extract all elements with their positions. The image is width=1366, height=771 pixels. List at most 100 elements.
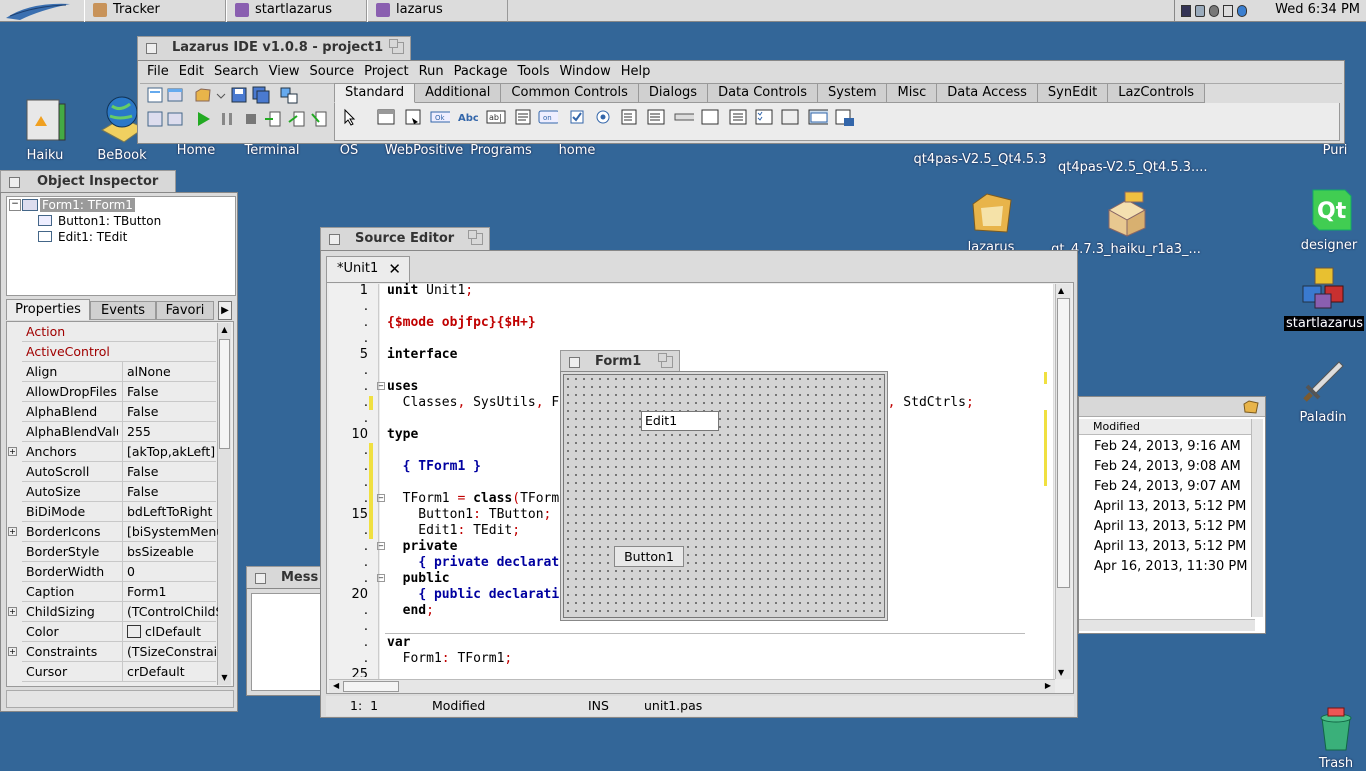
step-out-icon[interactable] [310, 110, 328, 128]
property-row[interactable]: AutoScroll False [22, 462, 216, 482]
scroll-thumb[interactable] [1057, 298, 1070, 588]
save-icon[interactable] [230, 86, 248, 104]
desktop-icon-programs[interactable]: Programs [468, 143, 534, 158]
tcheckgroup-icon[interactable] [754, 108, 774, 126]
tracker-vscrollbar[interactable] [1251, 419, 1263, 617]
fold-button[interactable]: − [377, 494, 385, 502]
tab-synedit[interactable]: SynEdit [1037, 83, 1109, 103]
menu-package[interactable]: Package [449, 62, 513, 82]
tlistbox-icon[interactable] [620, 108, 640, 126]
battery-icon[interactable] [1223, 5, 1233, 17]
property-row[interactable]: AlphaBlend False [22, 402, 216, 422]
zoom-button[interactable] [389, 39, 404, 54]
menu-source[interactable]: Source [304, 62, 359, 82]
view-forms-icon[interactable] [166, 110, 184, 128]
property-value[interactable]: False [122, 382, 218, 402]
property-row[interactable]: AlphaBlendValu 255 [22, 422, 216, 442]
property-value[interactable]: bsSizeable [122, 542, 218, 562]
tab-dialogs[interactable]: Dialogs [638, 83, 709, 103]
property-value[interactable]: alNone [122, 362, 218, 382]
step-into-icon[interactable] [264, 110, 282, 128]
form1-canvas[interactable] [563, 374, 885, 618]
close-button[interactable] [255, 573, 266, 584]
fold-button[interactable]: − [377, 542, 385, 550]
source-editor-title-tab[interactable]: Source Editor [320, 227, 490, 251]
property-value[interactable]: Form1 [122, 582, 218, 602]
scroll-thumb[interactable] [343, 681, 399, 692]
chevron-up-icon[interactable]: ▲ [1058, 286, 1064, 295]
expand-button[interactable]: + [8, 607, 17, 616]
view-units-icon[interactable] [146, 110, 164, 128]
close-tab-icon[interactable]: ✕ [388, 257, 401, 281]
property-grid-scrollbar[interactable]: ▲ ▼ [217, 323, 231, 685]
desktop-icon-home-folder[interactable]: home [556, 143, 598, 158]
property-row[interactable]: BorderStyle bsSizeable [22, 542, 216, 562]
chevron-up-icon[interactable]: ▲ [219, 325, 230, 335]
menu-edit[interactable]: Edit [174, 62, 209, 82]
tab-data-controls[interactable]: Data Controls [708, 83, 818, 103]
chevron-right-icon[interactable]: ▶ [1045, 681, 1051, 690]
desktop-icon-webpositive[interactable]: WebPositive [384, 143, 464, 158]
tbutton-icon[interactable]: Ok [430, 108, 450, 126]
haiku-menu-button[interactable] [0, 0, 82, 22]
property-row[interactable]: Caption Form1 [22, 582, 216, 602]
menu-search[interactable]: Search [209, 62, 264, 82]
tab-misc[interactable]: Misc [887, 83, 938, 103]
fold-button[interactable]: − [377, 382, 385, 390]
tcheckbox-icon[interactable] [568, 108, 588, 126]
property-value[interactable]: False [122, 482, 218, 502]
open-icon[interactable] [194, 86, 212, 104]
desktop-icon-qt4pas-2[interactable]: qt4pas-V2.5_Qt4.5.3.... [1058, 160, 1208, 175]
task-lazarus[interactable]: lazarus [367, 0, 508, 22]
tab-favorites[interactable]: Favori [156, 301, 214, 320]
step-over-icon[interactable] [288, 110, 306, 128]
tframe-icon[interactable] [808, 108, 828, 126]
toggle-form-unit-icon[interactable] [280, 86, 298, 104]
tab-events[interactable]: Events [90, 301, 156, 320]
desktop-icon-os[interactable]: OS [336, 143, 362, 158]
property-row[interactable]: Cursor crDefault [22, 662, 216, 682]
list-item[interactable]: Apr 16, 2013, 11:30 PM [1094, 559, 1247, 574]
property-row[interactable]: BorderWidth 0 [22, 562, 216, 582]
tab-common-controls[interactable]: Common Controls [501, 83, 639, 103]
popupmenu-icon[interactable] [404, 108, 424, 126]
desktop-icon-startlazarus[interactable]: startlazarus [1284, 264, 1364, 331]
menu-view[interactable]: View [264, 62, 305, 82]
desktop-icon-paladin[interactable]: Paladin [1294, 358, 1352, 425]
desktop-icon-haiku[interactable]: Haiku [14, 96, 76, 163]
list-item[interactable]: April 13, 2013, 5:12 PM [1094, 519, 1246, 534]
zoom-button[interactable] [468, 230, 483, 245]
tree-item-form1[interactable]: Form1: TForm1 [40, 198, 135, 212]
property-row[interactable]: + Anchors [akTop,akLeft] [8, 442, 216, 462]
globe-icon[interactable] [1237, 5, 1247, 17]
desktop-icon-designer[interactable]: Qt designer [1298, 186, 1360, 253]
tactionlist-icon[interactable] [834, 108, 854, 126]
editor-hscrollbar[interactable]: ◀ ▶ [329, 679, 1055, 693]
fold-button[interactable]: − [377, 574, 385, 582]
tmemo-icon[interactable] [514, 108, 534, 126]
tab-properties[interactable]: Properties [6, 299, 90, 320]
property-value[interactable]: [biSystemMenu [122, 522, 218, 542]
menu-run[interactable]: Run [414, 62, 449, 82]
pointer-icon[interactable] [340, 108, 360, 126]
tree-item-button1[interactable]: Button1: TButton [58, 214, 161, 228]
volume-icon[interactable] [1209, 5, 1219, 17]
tab-lazcontrols[interactable]: LazControls [1108, 83, 1206, 103]
tcombobox-icon[interactable] [646, 108, 666, 126]
property-row[interactable]: + Constraints (TSizeConstrain [8, 642, 218, 662]
tpanel-icon[interactable] [780, 108, 800, 126]
scroll-thumb[interactable] [219, 339, 230, 449]
property-row[interactable]: ActiveControl [22, 342, 216, 362]
property-value[interactable]: (TControlChildSi [122, 602, 218, 622]
tradiogroup-icon[interactable] [728, 108, 748, 126]
zoom-button[interactable] [658, 353, 673, 368]
tree-collapse-button[interactable]: − [9, 199, 21, 211]
ide-title-tab[interactable]: Lazarus IDE v1.0.8 - project1 [137, 36, 411, 60]
desktop-icon-puri[interactable]: Puri [1318, 143, 1352, 158]
task-tracker[interactable]: Tracker [84, 0, 226, 22]
list-item[interactable]: April 13, 2013, 5:12 PM [1094, 539, 1246, 554]
desktop-icon-terminal[interactable]: Terminal [242, 143, 302, 158]
list-item[interactable]: Feb 24, 2013, 9:16 AM [1094, 439, 1241, 454]
tlabel-icon[interactable]: Abc [458, 108, 478, 126]
cpu-meter-icon[interactable] [1181, 5, 1191, 17]
